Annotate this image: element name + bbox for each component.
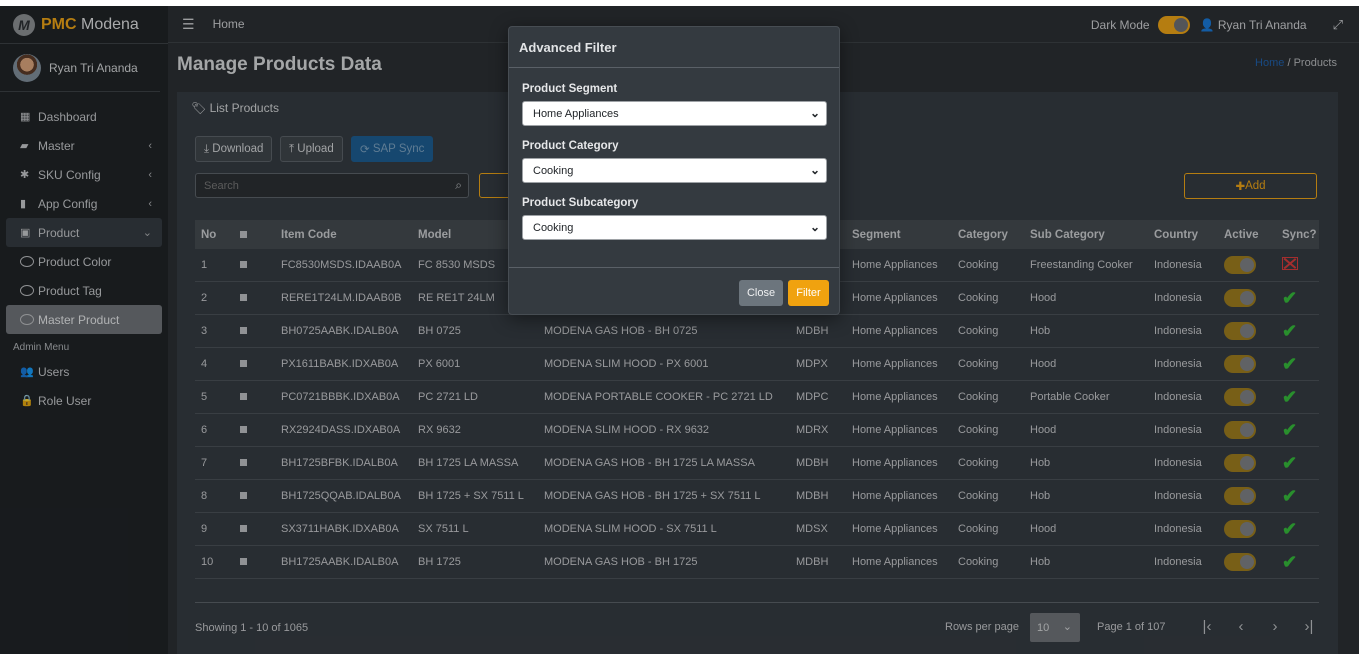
modal-body: Product Segment Home Appliances ⌄ Produc… [509,83,839,240]
category-select[interactable]: Cooking ⌄ [522,158,827,183]
modal-footer: Close Filter [509,267,839,315]
filter-button[interactable]: Filter [788,280,829,306]
chevron-down-icon: ⌄ [809,220,820,234]
subcategory-select[interactable]: Cooking ⌄ [522,215,827,240]
modal-title: Advanced Filter [509,27,839,68]
segment-select[interactable]: Home Appliances ⌄ [522,101,827,126]
subcategory-label: Product Subcategory [522,197,639,209]
segment-label: Product Segment [522,83,618,95]
chevron-down-icon: ⌄ [809,163,820,177]
chevron-down-icon: ⌄ [809,106,820,120]
advanced-filter-modal: Advanced Filter Product Segment Home App… [508,26,840,315]
close-button[interactable]: Close [739,280,783,306]
category-label: Product Category [522,140,619,152]
